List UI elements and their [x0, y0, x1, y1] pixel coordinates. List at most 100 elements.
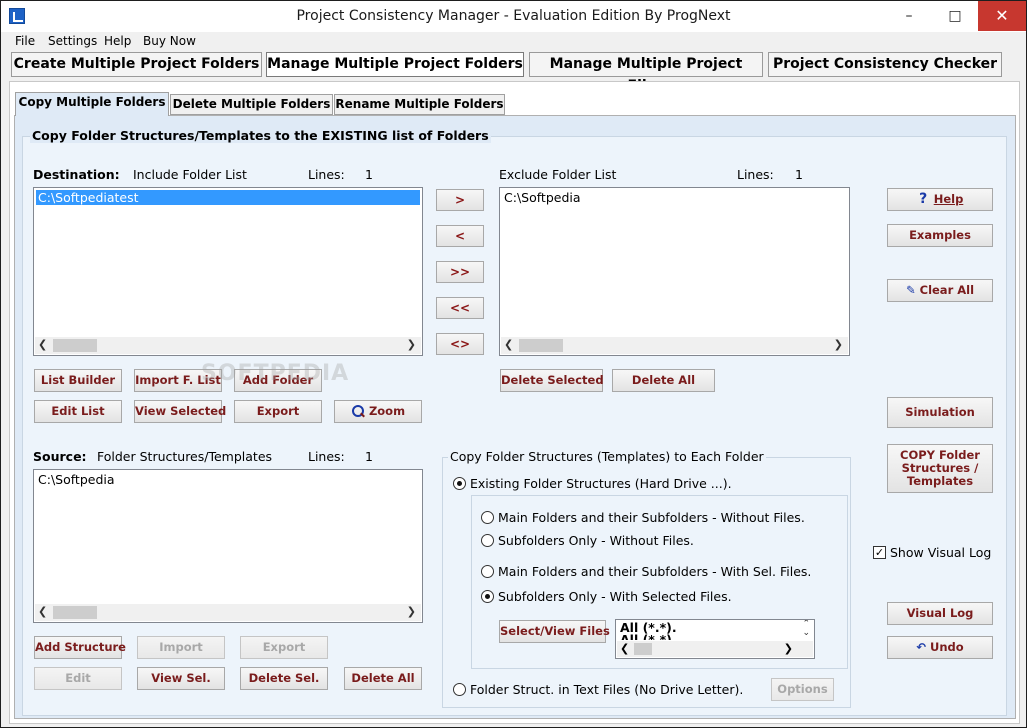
watermark: SOFTPEDIA — [201, 361, 350, 386]
list-item[interactable]: C:\Softpedia — [502, 190, 847, 205]
add-structure-button[interactable]: Add Structure — [34, 636, 126, 659]
scroll-thumb[interactable] — [519, 339, 563, 352]
scroll-down-icon[interactable]: ⌄ — [802, 629, 810, 638]
help-button[interactable]: ? Help — [887, 188, 993, 211]
scroll-left-icon[interactable]: ❮ — [38, 338, 47, 351]
source-sublabel: Folder Structures/Templates — [97, 449, 273, 464]
menu-help[interactable]: Help — [104, 34, 131, 48]
undo-label: Undo — [929, 640, 964, 654]
scroll-right-icon[interactable]: ❯ — [407, 605, 416, 618]
view-selected-button[interactable]: View Selected — [134, 400, 226, 423]
existing-structures-radio[interactable] — [453, 477, 466, 490]
edit-list-button[interactable]: Edit List — [34, 400, 122, 423]
app-window: Project Consistency Manager - Evaluation… — [0, 0, 1027, 728]
menu-file[interactable]: File — [15, 34, 35, 48]
delete-all-exclude-button[interactable]: Delete All — [612, 369, 715, 392]
source-lines-label: Lines: — [308, 449, 345, 464]
list-builder-button[interactable]: List Builder — [34, 369, 122, 392]
main-without-files-radio[interactable] — [481, 511, 494, 524]
source-lines-count: 1 — [365, 449, 373, 464]
simulation-button[interactable]: Simulation — [887, 397, 993, 428]
text-files-radio[interactable] — [453, 683, 466, 696]
zoom-label: Zoom — [368, 404, 406, 418]
menu-bar: File Settings Help Buy Now — [1, 32, 1026, 52]
scroll-left-icon[interactable]: ❮ — [504, 338, 513, 351]
window-title: Project Consistency Manager - Evaluation… — [296, 8, 731, 24]
broom-icon: ✎ — [905, 283, 916, 297]
export-structure-button[interactable]: Export — [240, 636, 328, 659]
destination-lines-count: 1 — [365, 167, 373, 182]
examples-button[interactable]: Examples — [887, 224, 993, 247]
close-button[interactable]: ✕ — [978, 1, 1026, 31]
main-with-files-radio[interactable] — [481, 565, 494, 578]
delete-selected-button[interactable]: Delete Selected — [500, 369, 604, 392]
main-with-files-label: Main Folders and their Subfolders - With… — [498, 564, 812, 579]
subtab-copy-multiple-folders[interactable]: Copy Multiple Folders — [15, 92, 169, 116]
tab-project-consistency-checker[interactable]: Project Consistency Checker — [768, 52, 1002, 77]
exclude-lines-count: 1 — [795, 167, 803, 182]
subtab-rename-multiple-folders[interactable]: Rename Multiple Folders — [334, 94, 505, 115]
include-folder-list-label: Include Folder List — [133, 167, 247, 182]
visual-log-button[interactable]: Visual Log — [887, 602, 993, 625]
move-left-button[interactable]: < — [436, 225, 484, 247]
include-folder-list[interactable]: C:\Softpediatest ❮ ❯ — [33, 187, 423, 356]
swap-lists-button[interactable]: <> — [436, 333, 484, 355]
scroll-left-icon[interactable]: ❮ — [38, 605, 47, 618]
move-all-left-button[interactable]: << — [436, 297, 484, 319]
scroll-thumb[interactable] — [634, 643, 652, 655]
zoom-button[interactable]: Zoom — [334, 400, 422, 423]
menu-buy-now[interactable]: Buy Now — [143, 34, 196, 48]
subtab-delete-multiple-folders[interactable]: Delete Multiple Folders — [170, 94, 333, 115]
horizontal-scrollbar[interactable]: ❮ ❯ — [617, 641, 813, 657]
horizontal-scrollbar[interactable]: ❮ ❯ — [35, 337, 421, 354]
file-filter-list[interactable]: All (*.*). All (*.*). ⌃ ⌄ ❮ ❯ — [615, 619, 815, 659]
tab-create-multiple-project-folders[interactable]: Create Multiple Project Folders — [11, 52, 262, 77]
copy-folder-structures-button[interactable]: COPY Folder Structures / Templates — [887, 444, 993, 493]
view-sel-button[interactable]: View Sel. — [137, 667, 225, 690]
move-right-button[interactable]: > — [436, 189, 484, 211]
minimize-button[interactable]: – — [886, 1, 932, 31]
clear-all-label: Clear All — [919, 283, 975, 297]
edit-structure-button[interactable]: Edit — [34, 667, 122, 690]
scroll-right-icon[interactable]: ❯ — [834, 338, 843, 351]
undo-button[interactable]: ↶ Undo — [887, 636, 993, 659]
group-title: Copy Folder Structures/Templates to the … — [30, 128, 491, 143]
tab-manage-multiple-project-files[interactable]: Manage Multiple Project Files — [529, 52, 763, 94]
text-files-label: Folder Struct. in Text Files (No Drive L… — [470, 682, 744, 697]
export-button[interactable]: Export — [234, 400, 322, 423]
delete-sel-button[interactable]: Delete Sel. — [240, 667, 328, 690]
scroll-right-icon[interactable]: ❯ — [784, 642, 793, 655]
destination-label: Destination: — [33, 167, 120, 182]
import-structure-button[interactable]: Import — [137, 636, 225, 659]
source-label: Source: — [33, 449, 87, 464]
tab-manage-multiple-project-folders[interactable]: Manage Multiple Project Folders — [266, 52, 524, 77]
exclude-folder-list[interactable]: C:\Softpedia ❮ ❯ — [499, 187, 850, 356]
show-visual-log-checkbox[interactable]: ✓ — [873, 546, 886, 559]
main-without-files-label: Main Folders and their Subfolders - With… — [498, 510, 805, 525]
menu-settings[interactable]: Settings — [48, 34, 97, 48]
exclude-folder-list-label: Exclude Folder List — [499, 167, 617, 182]
scroll-thumb[interactable] — [53, 606, 97, 619]
horizontal-scrollbar[interactable]: ❮ ❯ — [35, 604, 421, 621]
list-item[interactable]: C:\Softpedia — [36, 472, 420, 487]
question-icon: ? — [919, 191, 928, 207]
horizontal-scrollbar[interactable]: ❮ ❯ — [501, 337, 848, 354]
options-button[interactable]: Options — [771, 678, 834, 701]
sub-with-files-label: Subfolders Only - With Selected Files. — [498, 589, 732, 604]
copy-options-title: Copy Folder Structures (Templates) to Ea… — [448, 449, 766, 464]
sub-with-files-radio[interactable] — [481, 590, 494, 603]
scroll-left-icon[interactable]: ❮ — [620, 642, 629, 655]
source-structures-list[interactable]: C:\Softpedia ❮ ❯ — [33, 469, 423, 623]
list-item[interactable]: C:\Softpediatest — [36, 190, 420, 205]
scroll-thumb[interactable] — [53, 339, 97, 352]
maximize-button[interactable]: □ — [932, 1, 978, 31]
clear-all-button[interactable]: ✎ Clear All — [887, 279, 993, 302]
select-view-files-button[interactable]: Select/View Files — [499, 620, 610, 643]
help-label: Help — [933, 192, 964, 206]
delete-all-source-button[interactable]: Delete All — [344, 667, 422, 690]
sub-without-files-radio[interactable] — [481, 534, 494, 547]
move-all-right-button[interactable]: >> — [436, 261, 484, 283]
filter-item[interactable]: All (*.*). — [620, 633, 677, 640]
sub-without-files-label: Subfolders Only - Without Files. — [498, 533, 694, 548]
scroll-right-icon[interactable]: ❯ — [407, 338, 416, 351]
